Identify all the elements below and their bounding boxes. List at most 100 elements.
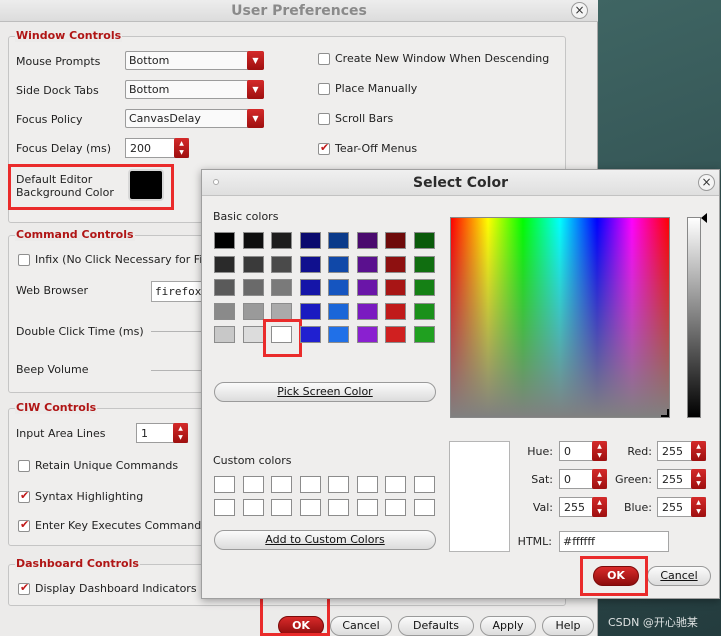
prefs-defaults-button[interactable]: Defaults (398, 616, 474, 636)
double-click-time-slider[interactable] (151, 331, 203, 339)
prefs-close-icon[interactable]: × (571, 2, 588, 19)
prefs-titlebar[interactable]: User Preferences × (0, 0, 598, 22)
custom-color-swatch[interactable] (242, 499, 264, 516)
spin-arrows-icon[interactable]: ▲ ▼ (691, 441, 706, 461)
value-pointer-icon[interactable] (701, 213, 707, 223)
html-input[interactable]: #ffffff (559, 531, 669, 552)
custom-color-swatch[interactable] (385, 499, 406, 516)
basic-color-swatch[interactable] (242, 255, 264, 273)
basic-color-swatch[interactable] (214, 279, 235, 296)
focus-delay-spinbox[interactable]: 200 ▲ ▼ (125, 138, 189, 158)
basic-color-swatch[interactable] (356, 232, 378, 249)
tear-off-menus-checkbox[interactable] (318, 141, 330, 155)
basic-color-swatch[interactable] (385, 302, 406, 320)
basic-color-swatch[interactable] (271, 255, 292, 273)
basic-color-swatch[interactable] (299, 255, 321, 273)
focus-policy-dropdown[interactable]: CanvasDelay ▼ (125, 109, 264, 128)
green-spinbox[interactable]: 255 ▲ ▼ (657, 469, 706, 489)
prefs-apply-button[interactable]: Apply (480, 616, 536, 636)
custom-color-swatch[interactable] (271, 476, 292, 493)
custom-color-swatch[interactable] (271, 499, 292, 516)
hue-saturation-spectrum[interactable] (450, 217, 670, 418)
basic-color-swatch[interactable] (356, 255, 378, 273)
spin-arrows-icon[interactable]: ▲ ▼ (691, 469, 706, 489)
custom-color-swatch[interactable] (413, 476, 435, 493)
basic-color-swatch[interactable] (299, 232, 321, 249)
dialog-close-icon[interactable]: × (698, 174, 715, 191)
val-spinbox[interactable]: 255 ▲ ▼ (559, 497, 607, 517)
basic-color-swatch[interactable] (299, 279, 321, 296)
dialog-cancel-button[interactable]: Cancel (647, 566, 711, 586)
basic-color-swatch[interactable] (299, 302, 321, 320)
spin-arrows-icon[interactable]: ▲ ▼ (174, 138, 189, 158)
basic-color-swatch[interactable] (413, 255, 435, 273)
custom-color-swatch[interactable] (413, 499, 435, 516)
retain-unique-checkbox[interactable] (18, 460, 30, 472)
scroll-bars-checkbox[interactable] (318, 113, 330, 125)
custom-color-swatch[interactable] (356, 499, 378, 516)
display-indicators-checkbox[interactable] (18, 581, 30, 595)
custom-color-swatch[interactable] (299, 476, 321, 493)
blue-spinbox[interactable]: 255 ▲ ▼ (657, 497, 706, 517)
custom-color-swatch[interactable] (214, 499, 235, 516)
sat-spinbox[interactable]: 0 ▲ ▼ (559, 469, 607, 489)
infix-checkbox[interactable] (18, 254, 30, 266)
basic-color-swatch[interactable] (242, 302, 264, 320)
custom-color-swatch[interactable] (328, 499, 349, 516)
custom-color-swatch[interactable] (299, 499, 321, 516)
spin-arrows-icon[interactable]: ▲ ▼ (592, 441, 607, 461)
add-to-custom-colors-button[interactable]: Add to Custom Colors (214, 530, 436, 550)
spin-arrows-icon[interactable]: ▲ ▼ (173, 423, 188, 443)
prefs-cancel-button[interactable]: Cancel (330, 616, 392, 636)
basic-color-swatch[interactable] (271, 326, 292, 343)
basic-color-swatch[interactable] (328, 326, 349, 343)
basic-color-swatch[interactable] (328, 302, 349, 320)
basic-color-swatch[interactable] (356, 279, 378, 296)
basic-color-swatch[interactable] (271, 232, 292, 249)
spin-arrows-icon[interactable]: ▲ ▼ (592, 497, 607, 517)
basic-color-swatch[interactable] (328, 279, 349, 296)
custom-color-swatch[interactable] (356, 476, 378, 493)
basic-color-swatch[interactable] (214, 255, 235, 273)
prefs-help-button[interactable]: Help (542, 616, 594, 636)
hue-spinbox[interactable]: 0 ▲ ▼ (559, 441, 607, 461)
basic-color-swatch[interactable] (242, 232, 264, 249)
basic-color-swatch[interactable] (385, 255, 406, 273)
basic-color-swatch[interactable] (413, 302, 435, 320)
basic-color-swatch[interactable] (385, 326, 406, 343)
syntax-highlighting-checkbox[interactable] (18, 489, 30, 503)
red-spinbox[interactable]: 255 ▲ ▼ (657, 441, 706, 461)
enter-key-checkbox[interactable] (18, 518, 30, 532)
custom-color-swatch[interactable] (328, 476, 349, 493)
beep-volume-slider[interactable] (151, 370, 203, 378)
dialog-titlebar[interactable]: Select Color × (202, 170, 719, 196)
basic-color-swatch[interactable] (214, 232, 235, 249)
mouse-prompts-dropdown[interactable]: Bottom ▼ (125, 51, 264, 70)
basic-color-swatch[interactable] (356, 302, 378, 320)
basic-color-swatch[interactable] (214, 302, 235, 320)
custom-color-swatch[interactable] (385, 476, 406, 493)
basic-color-swatch[interactable] (299, 326, 321, 343)
basic-color-swatch[interactable] (413, 279, 435, 296)
basic-color-swatch[interactable] (242, 279, 264, 296)
basic-color-swatch[interactable] (328, 255, 349, 273)
place-manually-checkbox[interactable] (318, 83, 330, 95)
prefs-ok-button[interactable]: OK (278, 616, 324, 636)
basic-color-swatch[interactable] (385, 279, 406, 296)
value-slider-bar[interactable] (687, 217, 701, 418)
basic-color-swatch[interactable] (413, 326, 435, 343)
basic-color-swatch[interactable] (413, 232, 435, 249)
dialog-ok-button[interactable]: OK (593, 566, 639, 586)
pick-screen-color-button[interactable]: Pick Screen Color (214, 382, 436, 402)
side-dock-tabs-dropdown[interactable]: Bottom ▼ (125, 80, 264, 99)
input-area-lines-spinbox[interactable]: 1 ▲ ▼ (136, 423, 188, 443)
basic-color-swatch[interactable] (356, 326, 378, 343)
basic-color-swatch[interactable] (385, 232, 406, 249)
basic-color-swatch[interactable] (242, 326, 264, 343)
custom-color-swatch[interactable] (214, 476, 235, 493)
basic-color-swatch[interactable] (271, 302, 292, 320)
create-new-window-checkbox[interactable] (318, 53, 330, 65)
basic-color-swatch[interactable] (328, 232, 349, 249)
spin-arrows-icon[interactable]: ▲ ▼ (691, 497, 706, 517)
basic-color-swatch[interactable] (214, 326, 235, 343)
